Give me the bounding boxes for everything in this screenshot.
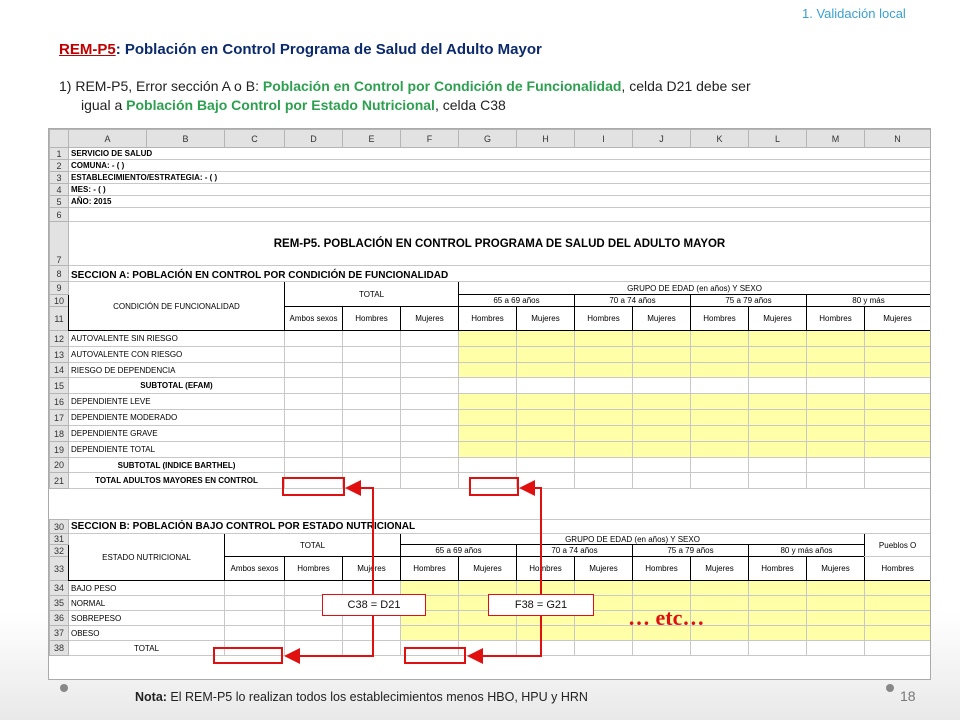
label-f38-g21: F38 = G21 bbox=[488, 594, 594, 616]
footnote: Nota: El REM-P5 lo realizan todos los es… bbox=[135, 690, 588, 704]
arrow-f38-to-g21 bbox=[519, 480, 542, 595]
footnote-label: Nota: bbox=[135, 690, 167, 704]
arrow-c38-to-d21 bbox=[345, 480, 374, 595]
footnote-text: El REM-P5 lo realizan todos los establec… bbox=[166, 690, 588, 704]
arrow-f38-to-f38 bbox=[467, 616, 542, 664]
etc-annotation: … etc… bbox=[628, 605, 705, 630]
bullet-right bbox=[886, 684, 894, 692]
bullet-left bbox=[60, 684, 68, 692]
arrow-c38-to-c38 bbox=[284, 616, 374, 664]
page-number: 18 bbox=[900, 688, 916, 704]
arrows-overlay bbox=[284, 480, 542, 664]
label-c38-d21: C38 = D21 bbox=[322, 594, 426, 616]
